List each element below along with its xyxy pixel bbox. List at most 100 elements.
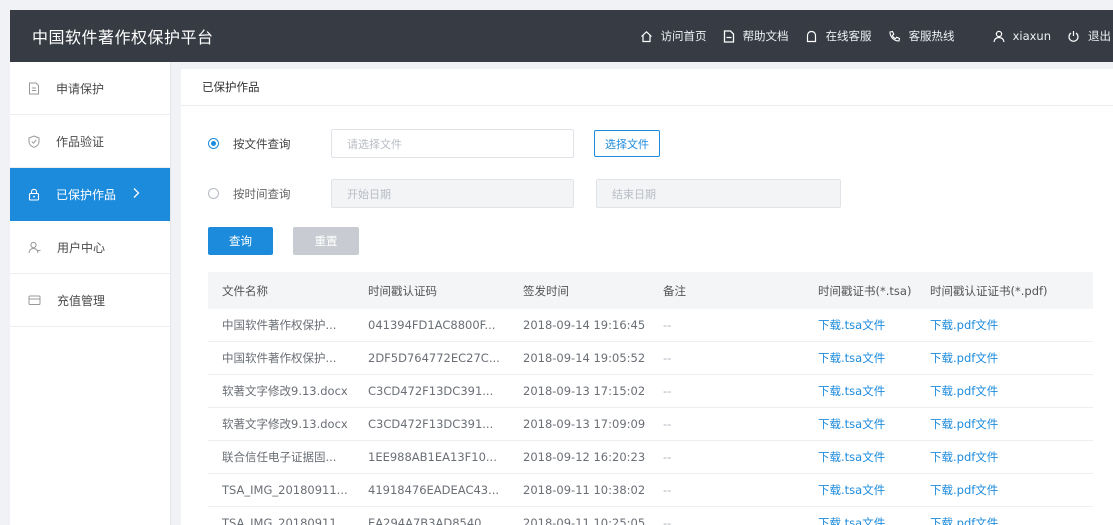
download-pdf-link[interactable]: 下载.pdf文件 — [930, 317, 1060, 333]
query-by-time-label: 按时间查询 — [233, 186, 291, 201]
download-tsa-link[interactable]: 下载.tsa文件 — [818, 317, 930, 333]
query-by-file-row: 按文件查询 请选择文件 选择文件 — [208, 129, 660, 158]
download-tsa-link[interactable]: 下载.tsa文件 — [818, 350, 930, 366]
cell-remark: -- — [663, 516, 672, 525]
query-by-time-radio[interactable] — [208, 188, 219, 199]
cell-remark: -- — [663, 351, 672, 365]
cell-timestamp-code: C3CD472F13DC391... — [368, 384, 494, 398]
user-menu[interactable]: xiaxun — [992, 29, 1051, 43]
table-row: 联合信任电子证据固... 1EE988AB1EA13F10... 2018-09-1… — [208, 441, 1093, 474]
cell-timestamp-code: 41918476EADEAC43... — [368, 483, 500, 497]
download-pdf-link[interactable]: 下载.pdf文件 — [930, 416, 1060, 432]
column-header-filename: 文件名称 — [222, 283, 268, 298]
cell-issue-time: 2018-09-14 19:16:45 — [523, 318, 646, 332]
cell-remark: -- — [663, 318, 672, 332]
logout-label: 退出 — [1088, 29, 1111, 43]
sidebar-item-label: 用户中心 — [57, 240, 106, 255]
nav-hotline-link[interactable]: 客服热线 — [888, 28, 955, 44]
download-pdf-link[interactable]: 下载.pdf文件 — [930, 449, 1060, 465]
nav-service-label: 在线客服 — [825, 29, 872, 43]
nav-home-label: 访问首页 — [660, 29, 707, 43]
cell-remark: -- — [663, 417, 672, 431]
protected-works-table: 文件名称 时间戳认证码 签发时间 备注 时间戳证书(*.tsa) 时间戳认证证书… — [208, 272, 1093, 525]
main-panel: 已保护作品 按文件查询 请选择文件 选择文件 按时间查询 开始日期 结束日期 查… — [181, 69, 1113, 525]
sidebar-item-verify-work[interactable]: 作品验证 — [10, 115, 170, 168]
sidebar-item-recharge[interactable]: 充值管理 — [10, 274, 170, 327]
top-bar: 中国软件著作权保护平台 访问首页 帮助文档 在线客服 客服热线 xiaxun 退… — [10, 10, 1113, 62]
cell-issue-time: 2018-09-13 17:09:09 — [523, 417, 646, 431]
column-header-timestamp-code: 时间戳认证码 — [368, 283, 437, 298]
cell-remark: -- — [663, 384, 672, 398]
document-shield-icon — [29, 82, 39, 94]
cell-issue-time: 2018-09-13 17:15:02 — [523, 384, 646, 398]
cell-filename: 中国软件著作权保护... — [222, 318, 337, 332]
download-pdf-link[interactable]: 下载.pdf文件 — [930, 482, 1060, 498]
cell-filename: TSA_IMG_20180911... — [222, 516, 348, 525]
column-header-pdf-certificate: 时间戳认证证书(*.pdf) — [930, 283, 1048, 298]
download-pdf-link[interactable]: 下载.pdf文件 — [930, 350, 1060, 366]
cell-timestamp-code: 041394FD1AC8800F... — [368, 318, 496, 332]
card-icon — [28, 295, 41, 305]
cell-filename: 中国软件著作权保护... — [222, 351, 337, 365]
table-row: 中国软件著作权保护... 2DF5D764772EC27C... 2018-09-1… — [208, 342, 1093, 375]
cell-issue-time: 2018-09-12 16:20:23 — [523, 450, 646, 464]
lock-icon — [28, 188, 40, 201]
cell-issue-time: 2018-09-14 19:05:52 — [523, 351, 646, 365]
power-icon — [1068, 30, 1079, 42]
cell-issue-time: 2018-09-11 10:25:05 — [523, 516, 646, 525]
table-row: TSA_IMG_20180911... 41918476EADEAC43... 20… — [208, 474, 1093, 507]
cell-timestamp-code: C3CD472F13DC391... — [368, 417, 494, 431]
logout-button[interactable]: 退出 — [1067, 28, 1111, 44]
sidebar-item-label: 已保护作品 — [56, 187, 117, 202]
cell-filename: TSA_IMG_20180911... — [222, 483, 348, 497]
column-header-remark: 备注 — [663, 283, 686, 298]
sidebar-item-label: 作品验证 — [56, 134, 105, 149]
user-icon — [992, 30, 1005, 42]
query-by-file-label: 按文件查询 — [233, 136, 291, 151]
start-date-input[interactable]: 开始日期 — [331, 179, 574, 208]
check-shield-icon — [28, 134, 40, 148]
sidebar-item-apply-protection[interactable]: 申请保护 — [10, 62, 170, 115]
cell-timestamp-code: 1EE988AB1EA13F10... — [368, 450, 497, 464]
nav-home-link[interactable]: 访问首页 — [640, 28, 707, 44]
cell-issue-time: 2018-09-11 10:38:02 — [523, 483, 646, 497]
cell-filename: 联合信任电子证据固... — [222, 450, 337, 464]
download-tsa-link[interactable]: 下载.tsa文件 — [818, 449, 930, 465]
nav-hotline-label: 客服热线 — [908, 29, 955, 43]
sidebar-item-label: 充值管理 — [57, 293, 106, 308]
reset-button: 重置 — [293, 227, 359, 255]
document-icon — [723, 29, 734, 43]
table-row: 软著文字修改9.13.docx C3CD472F13DC391... 2018-09… — [208, 375, 1093, 408]
download-pdf-link[interactable]: 下载.pdf文件 — [930, 383, 1060, 399]
table-row: 软著文字修改9.13.docx C3CD472F13DC391... 2018-09… — [208, 408, 1093, 441]
table-row: 中国软件著作权保护... 041394FD1AC8800F... 2018-09-1… — [208, 309, 1093, 342]
file-input[interactable]: 请选择文件 — [331, 129, 574, 158]
nav-help-link[interactable]: 帮助文档 — [723, 28, 789, 44]
sidebar-item-protected-works[interactable]: 已保护作品 — [10, 168, 170, 221]
nav-service-link[interactable]: 在线客服 — [805, 28, 872, 44]
table-header: 文件名称 时间戳认证码 签发时间 备注 时间戳证书(*.tsa) 时间戳认证证书… — [208, 272, 1093, 309]
download-tsa-link[interactable]: 下载.tsa文件 — [818, 383, 930, 399]
query-by-time-row: 按时间查询 开始日期 结束日期 — [208, 179, 841, 208]
sidebar-item-user-center[interactable]: 用户中心 — [10, 221, 170, 274]
column-header-tsa-certificate: 时间戳证书(*.tsa) — [818, 283, 912, 298]
search-button[interactable]: 查询 — [208, 227, 273, 255]
download-pdf-link[interactable]: 下载.pdf文件 — [930, 515, 1060, 525]
table-body: 中国软件著作权保护... 041394FD1AC8800F... 2018-09-1… — [208, 309, 1093, 525]
query-by-file-radio[interactable] — [208, 138, 219, 149]
cell-timestamp-code: EA294A7B3AD8540... — [368, 516, 493, 525]
cell-filename: 软著文字修改9.13.docx — [222, 417, 348, 431]
download-tsa-link[interactable]: 下载.tsa文件 — [818, 482, 930, 498]
sidebar: 申请保护 作品验证 已保护作品 用户中心 充值管理 — [10, 62, 171, 525]
page-title: 已保护作品 — [181, 69, 1113, 106]
end-date-input[interactable]: 结束日期 — [596, 179, 841, 208]
table-row: TSA_IMG_20180911... EA294A7B3AD8540... 201… — [208, 507, 1093, 525]
download-tsa-link[interactable]: 下载.tsa文件 — [818, 416, 930, 432]
choose-file-button[interactable]: 选择文件 — [594, 130, 660, 157]
cell-filename: 软著文字修改9.13.docx — [222, 384, 348, 398]
chat-icon — [806, 30, 816, 42]
download-tsa-link[interactable]: 下载.tsa文件 — [818, 515, 930, 525]
nav-help-label: 帮助文档 — [742, 29, 789, 43]
phone-icon — [889, 30, 900, 42]
chevron-right-icon — [133, 188, 140, 198]
